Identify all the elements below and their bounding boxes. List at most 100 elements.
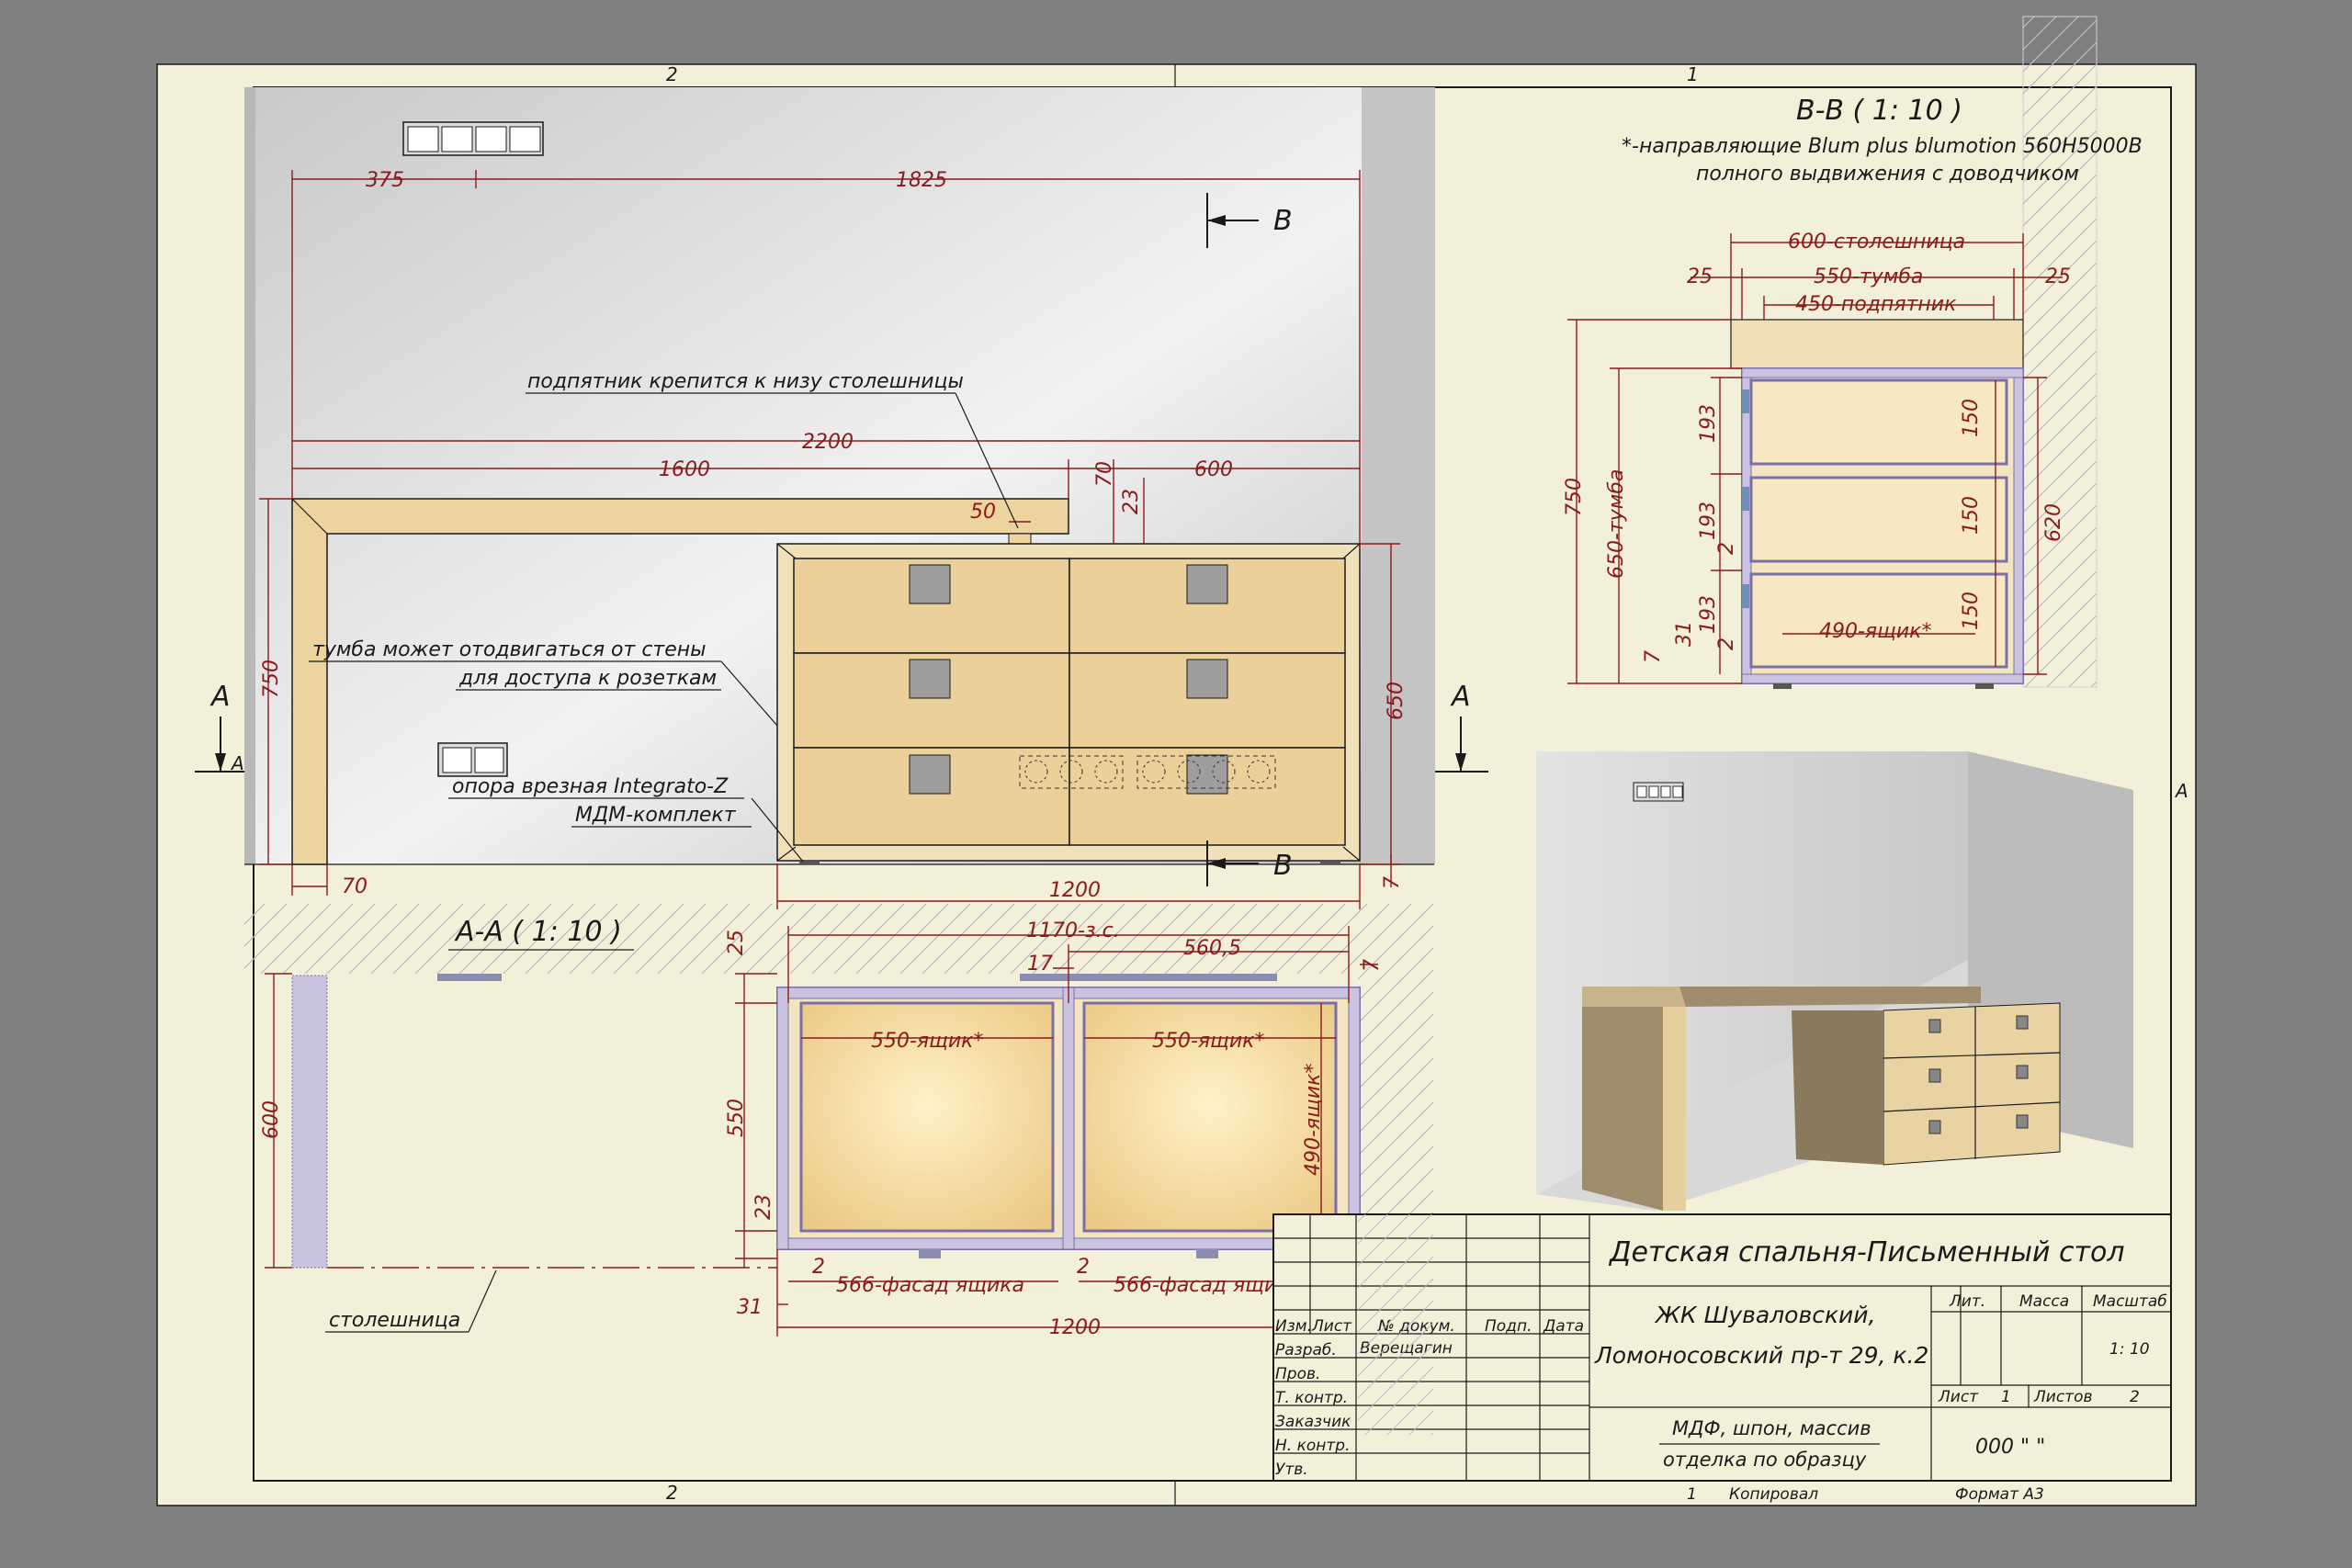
- note-guides: *-направляющие Blum plus blumotion 560H5…: [1622, 135, 2143, 158]
- dim-1200: 1200: [1049, 1316, 1101, 1339]
- scale-value: 1: 10: [2109, 1340, 2150, 1359]
- drawer-handle: [1186, 659, 1228, 699]
- object-address: Ломоносовский пр-т 29, к.2: [1594, 1342, 1928, 1369]
- dim-750: 750: [1563, 478, 1586, 516]
- dim-150: 150: [1960, 399, 1983, 437]
- dim-2200: 2200: [802, 431, 854, 454]
- dim-2: 2: [1715, 542, 1738, 555]
- note-support-2: МДМ-комплект: [575, 804, 737, 827]
- cut-label-a: А: [209, 681, 231, 713]
- dim-70: 70: [342, 875, 368, 898]
- zone-label: 2: [666, 1482, 678, 1504]
- doc-number: 000 " ": [1975, 1436, 2045, 1459]
- object-name: ЖК Шуваловский,: [1654, 1302, 1876, 1328]
- footer-copied: Копировал: [1729, 1485, 1818, 1504]
- cut-label-a: А: [1450, 681, 1471, 713]
- col-mass: Масса: [2019, 1292, 2069, 1311]
- desk-leg-section: [291, 975, 328, 1269]
- note-move-1: тумба может отодвигаться от стены: [312, 638, 707, 661]
- col-scale: Масштаб: [2093, 1292, 2167, 1311]
- dim-650-cabinet: 650-тумба: [1605, 469, 1628, 579]
- cut-label-a: А: [230, 752, 244, 774]
- row-checked: Пров.: [1275, 1365, 1320, 1383]
- hdr-list: Лист: [1311, 1317, 1352, 1336]
- section-aa-title: А-А ( 1: 10 ): [454, 916, 622, 948]
- note-tabletop: столешница: [329, 1309, 460, 1332]
- note-bracket: подпятник крепится к низу столешницы: [527, 370, 964, 393]
- tabletop-section: [1730, 319, 2024, 369]
- dim-7: 7: [1381, 876, 1404, 889]
- row-tcontrol: Т. контр.: [1275, 1389, 1348, 1407]
- dim-25: 25: [725, 930, 748, 955]
- hdr-izm: Изм.: [1275, 1317, 1312, 1336]
- wall-hatch: [2022, 16, 2098, 688]
- dim-650: 650: [1385, 682, 1408, 720]
- dim-620: 620: [2042, 503, 2065, 542]
- dim-1825: 1825: [896, 169, 947, 192]
- footer-format: Формат А3: [1955, 1485, 2044, 1504]
- zone-label: A: [2174, 780, 2188, 802]
- row-approved: Утв.: [1275, 1461, 1308, 1479]
- drawer-handle: [909, 754, 951, 795]
- dim-550: 550: [725, 1099, 748, 1137]
- material-2: отделка по образцу: [1663, 1449, 1867, 1471]
- cut-label-b: В: [1273, 205, 1293, 237]
- dim-600: 600: [1194, 458, 1233, 481]
- dim-1170: 1170-з.с.: [1026, 919, 1120, 942]
- dim-2: 2: [1077, 1256, 1090, 1279]
- dim-193: 193: [1697, 502, 1720, 540]
- hdr-sign: Подп.: [1485, 1317, 1532, 1336]
- socket-block-3d: [1633, 782, 1684, 802]
- note-support-1: опора врезная Integrato-Z: [452, 775, 729, 798]
- cut-label-b: В: [1273, 850, 1293, 882]
- dim-150: 150: [1960, 496, 1983, 535]
- dim-1600: 1600: [659, 458, 710, 481]
- zone-label: 2: [666, 63, 678, 85]
- dim-23: 23: [752, 1194, 775, 1220]
- dim-facade-566: 566-фасад ящика: [836, 1274, 1024, 1297]
- dim-193: 193: [1697, 404, 1720, 443]
- dim-drawer-550: 550-ящик*: [871, 1030, 983, 1053]
- sheets-label: Листов: [2033, 1388, 2093, 1406]
- dim-70: 70: [1093, 461, 1116, 487]
- dim-50: 50: [970, 501, 996, 524]
- front-view: 375 1825 2200 1600 70 600 23 50 750 650 …: [195, 87, 1488, 909]
- dim-7: 7: [1361, 959, 1384, 972]
- section-bb-title: В-В ( 1: 10 ): [1796, 95, 1962, 127]
- material-1: МДФ, шпон, массив: [1672, 1417, 1871, 1439]
- dim-600-tabletop: 600-столешница: [1788, 231, 1965, 254]
- drawer-handle: [909, 659, 951, 699]
- dim-750: 750: [260, 660, 283, 698]
- note-guides-2: полного выдвижения с доводчиком: [1696, 163, 2079, 186]
- dim-600: 600: [260, 1100, 283, 1139]
- dim-25: 25: [2045, 265, 2071, 288]
- socket-block: [402, 121, 544, 156]
- dim-375: 375: [366, 169, 404, 192]
- row-ncontrol: Н. контр.: [1275, 1437, 1350, 1455]
- cabinet-3d: [1883, 1002, 2061, 1166]
- dim-550-cabinet: 550-тумба: [1814, 265, 1923, 288]
- sheet-number: 1: [2001, 1388, 2011, 1406]
- dim-2: 2: [1715, 637, 1738, 650]
- dim-17: 17: [1027, 953, 1053, 976]
- dim-23: 23: [1120, 489, 1143, 514]
- dim-1200: 1200: [1049, 879, 1101, 902]
- sheets-number: 2: [2130, 1388, 2140, 1406]
- row-customer: Заказчик: [1275, 1413, 1351, 1431]
- wall-hatch: [244, 904, 1433, 974]
- dim-31: 31: [1673, 621, 1696, 647]
- dim-150: 150: [1960, 592, 1983, 630]
- dim-drawer-490: 490-ящик*: [1302, 1064, 1325, 1176]
- dim-560-5: 560,5: [1183, 937, 1241, 960]
- dim-450-plinth: 450-подпятник: [1795, 293, 1957, 316]
- socket-block-small: [437, 742, 508, 777]
- footer-number: 1: [1687, 1485, 1697, 1504]
- dim-drawer-490: 490-ящик*: [1819, 620, 1931, 643]
- dim-2: 2: [812, 1256, 825, 1279]
- row-developer: Разраб.: [1275, 1341, 1337, 1359]
- note-move-2: для доступа к розеткам: [458, 667, 717, 690]
- dim-7: 7: [1642, 650, 1665, 663]
- dim-drawer-550: 550-ящик*: [1152, 1030, 1264, 1053]
- drawer-handle: [909, 564, 951, 604]
- sheet-label: Лист: [1938, 1388, 1979, 1406]
